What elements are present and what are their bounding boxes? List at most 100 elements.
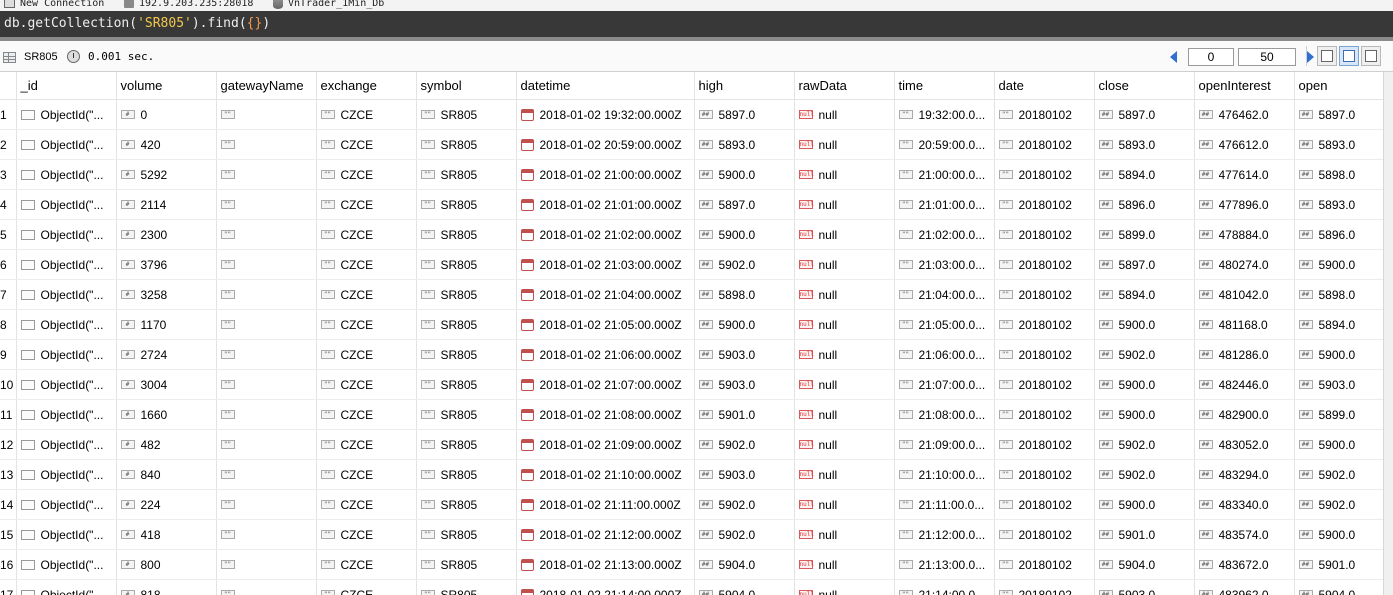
raw-data-cell[interactable]: null null: [794, 579, 895, 595]
raw-data-cell[interactable]: null null: [794, 249, 895, 280]
column-header-open[interactable]: open: [1294, 72, 1385, 100]
gateway-name-cell[interactable]: "": [216, 219, 317, 250]
column-header-date[interactable]: date: [994, 72, 1095, 100]
gateway-name-cell[interactable]: "": [216, 129, 317, 160]
open-cell[interactable]: ## 5900.0: [1294, 519, 1385, 550]
datetime-cell[interactable]: 2018-01-02 21:03:00.000Z: [516, 249, 695, 280]
open-cell[interactable]: ## 5893.0: [1294, 129, 1385, 160]
time-cell[interactable]: "" 21:13:00.0...: [894, 549, 995, 580]
time-cell[interactable]: "" 21:08:00.0...: [894, 399, 995, 430]
date-cell[interactable]: "" 20180102: [994, 99, 1095, 130]
exchange-cell[interactable]: "" CZCE: [316, 129, 417, 160]
symbol-cell[interactable]: "" SR805: [416, 579, 517, 595]
id-cell[interactable]: ObjectId("...: [16, 369, 117, 400]
date-cell[interactable]: "" 20180102: [994, 249, 1095, 280]
volume-cell[interactable]: #3004: [116, 369, 217, 400]
high-cell[interactable]: ## 5904.0: [694, 549, 795, 580]
datetime-cell[interactable]: 2018-01-02 21:02:00.000Z: [516, 219, 695, 250]
open-cell[interactable]: ## 5903.0: [1294, 369, 1385, 400]
gateway-name-cell[interactable]: "": [216, 399, 317, 430]
symbol-cell[interactable]: "" SR805: [416, 159, 517, 190]
table-view-button[interactable]: [1339, 46, 1359, 66]
open-interest-cell[interactable]: ## 483574.0: [1194, 519, 1295, 550]
open-cell[interactable]: ## 5898.0: [1294, 159, 1385, 190]
exchange-cell[interactable]: "" CZCE: [316, 249, 417, 280]
date-cell[interactable]: "" 20180102: [994, 279, 1095, 310]
high-cell[interactable]: ## 5903.0: [694, 459, 795, 490]
datetime-cell[interactable]: 2018-01-02 21:05:00.000Z: [516, 309, 695, 340]
table-row[interactable]: 14 ObjectId("... #224 "" "" CZCE "" SR805 2018-0…: [0, 489, 1385, 520]
date-cell[interactable]: "" 20180102: [994, 309, 1095, 340]
id-cell[interactable]: ObjectId("...: [16, 159, 117, 190]
close-cell[interactable]: ## 5896.0: [1094, 189, 1195, 220]
volume-cell[interactable]: #2300: [116, 219, 217, 250]
datetime-cell[interactable]: 2018-01-02 21:07:00.000Z: [516, 369, 695, 400]
open-cell[interactable]: ## 5900.0: [1294, 339, 1385, 370]
high-cell[interactable]: ## 5897.0: [694, 189, 795, 220]
time-cell[interactable]: "" 21:04:00.0...: [894, 279, 995, 310]
open-interest-cell[interactable]: ## 477896.0: [1194, 189, 1295, 220]
date-cell[interactable]: "" 20180102: [994, 429, 1095, 460]
raw-data-cell[interactable]: null null: [794, 189, 895, 220]
gateway-name-cell[interactable]: "": [216, 549, 317, 580]
vertical-scrollbar[interactable]: [1383, 72, 1393, 595]
date-cell[interactable]: "" 20180102: [994, 549, 1095, 580]
exchange-cell[interactable]: "" CZCE: [316, 309, 417, 340]
raw-data-cell[interactable]: null null: [794, 489, 895, 520]
close-cell[interactable]: ## 5902.0: [1094, 429, 1195, 460]
time-cell[interactable]: "" 21:14:00.0...: [894, 579, 995, 595]
high-cell[interactable]: ## 5902.0: [694, 519, 795, 550]
table-row[interactable]: 16 ObjectId("... #800 "" "" CZCE "" SR805 2018-0…: [0, 549, 1385, 580]
id-cell[interactable]: ObjectId("...: [16, 279, 117, 310]
raw-data-cell[interactable]: null null: [794, 99, 895, 130]
open-interest-cell[interactable]: ## 483052.0: [1194, 429, 1295, 460]
high-cell[interactable]: ## 5893.0: [694, 129, 795, 160]
id-cell[interactable]: ObjectId("...: [16, 399, 117, 430]
open-cell[interactable]: ## 5902.0: [1294, 459, 1385, 490]
datetime-cell[interactable]: 2018-01-02 19:32:00.000Z: [516, 99, 695, 130]
open-interest-cell[interactable]: ## 481168.0: [1194, 309, 1295, 340]
query-editor[interactable]: db.getCollection('SR805').find({}): [0, 11, 1393, 37]
raw-data-cell[interactable]: null null: [794, 459, 895, 490]
high-cell[interactable]: ## 5902.0: [694, 249, 795, 280]
column-header-id[interactable]: _id: [16, 72, 117, 100]
exchange-cell[interactable]: "" CZCE: [316, 579, 417, 595]
open-cell[interactable]: ## 5904.0: [1294, 579, 1385, 595]
table-row[interactable]: 7 ObjectId("... #3258 "" "" CZCE "" SR805 2018-0…: [0, 279, 1385, 310]
volume-cell[interactable]: #818: [116, 579, 217, 595]
symbol-cell[interactable]: "" SR805: [416, 549, 517, 580]
time-cell[interactable]: "" 21:05:00.0...: [894, 309, 995, 340]
id-cell[interactable]: ObjectId("...: [16, 249, 117, 280]
gateway-name-cell[interactable]: "": [216, 489, 317, 520]
id-cell[interactable]: ObjectId("...: [16, 429, 117, 460]
exchange-cell[interactable]: "" CZCE: [316, 159, 417, 190]
symbol-cell[interactable]: "" SR805: [416, 279, 517, 310]
high-cell[interactable]: ## 5902.0: [694, 429, 795, 460]
symbol-cell[interactable]: "" SR805: [416, 189, 517, 220]
gateway-name-cell[interactable]: "": [216, 99, 317, 130]
close-cell[interactable]: ## 5902.0: [1094, 459, 1195, 490]
raw-data-cell[interactable]: null null: [794, 219, 895, 250]
table-row[interactable]: 8 ObjectId("... #1170 "" "" CZCE "" SR805 2018-0…: [0, 309, 1385, 340]
time-cell[interactable]: "" 19:32:00.0...: [894, 99, 995, 130]
volume-cell[interactable]: #420: [116, 129, 217, 160]
high-cell[interactable]: ## 5903.0: [694, 369, 795, 400]
open-interest-cell[interactable]: ## 478884.0: [1194, 219, 1295, 250]
table-row[interactable]: 15 ObjectId("... #418 "" "" CZCE "" SR805 2018-0…: [0, 519, 1385, 550]
datetime-cell[interactable]: 2018-01-02 21:08:00.000Z: [516, 399, 695, 430]
column-header-time[interactable]: time: [894, 72, 995, 100]
open-interest-cell[interactable]: ## 482446.0: [1194, 369, 1295, 400]
close-cell[interactable]: ## 5900.0: [1094, 369, 1195, 400]
raw-data-cell[interactable]: null null: [794, 339, 895, 370]
close-cell[interactable]: ## 5897.0: [1094, 249, 1195, 280]
volume-cell[interactable]: #418: [116, 519, 217, 550]
open-cell[interactable]: ## 5900.0: [1294, 249, 1385, 280]
table-row[interactable]: 11 ObjectId("... #1660 "" "" CZCE "" SR805 2018-…: [0, 399, 1385, 430]
column-header-volume[interactable]: volume: [116, 72, 217, 100]
open-cell[interactable]: ## 5894.0: [1294, 309, 1385, 340]
raw-data-cell[interactable]: null null: [794, 279, 895, 310]
table-row[interactable]: 10 ObjectId("... #3004 "" "" CZCE "" SR805 2018-…: [0, 369, 1385, 400]
id-cell[interactable]: ObjectId("...: [16, 489, 117, 520]
volume-cell[interactable]: #1660: [116, 399, 217, 430]
exchange-cell[interactable]: "" CZCE: [316, 189, 417, 220]
